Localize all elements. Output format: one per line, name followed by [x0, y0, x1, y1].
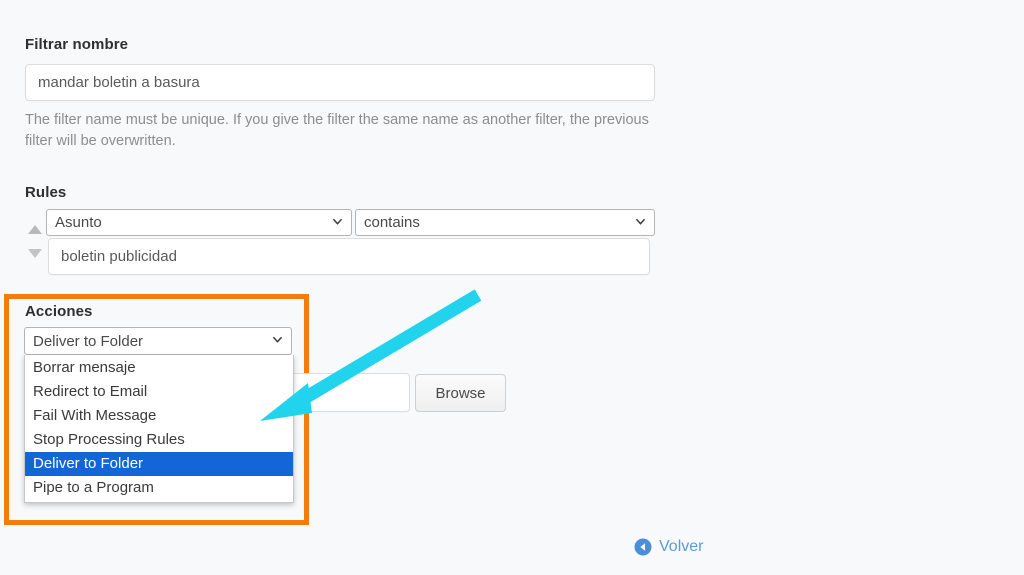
rule-field-select[interactable]: Asunto — [46, 209, 352, 236]
browse-button-label: Browse — [435, 384, 486, 402]
rule-value-input[interactable] — [48, 238, 650, 275]
chevron-down-icon — [272, 334, 283, 345]
filter-name-input[interactable] — [25, 64, 655, 101]
action-option-4[interactable]: Deliver to Folder — [25, 452, 293, 476]
rule-operator-select[interactable]: contains — [355, 209, 655, 236]
triangle-up-icon[interactable] — [26, 222, 44, 234]
rule-field-select-value: Asunto — [55, 214, 102, 231]
chevron-down-icon — [332, 216, 343, 227]
action-select[interactable]: Deliver to Folder — [24, 327, 292, 355]
action-option-2[interactable]: Fail With Message — [25, 404, 293, 428]
filter-name-help-text: The filter name must be unique. If you g… — [25, 112, 649, 149]
action-option-5[interactable]: Pipe to a Program — [25, 476, 293, 500]
action-option-1[interactable]: Redirect to Email — [25, 380, 293, 404]
rules-label: Rules — [25, 184, 67, 201]
triangle-down-icon[interactable] — [26, 246, 44, 258]
action-option-0[interactable]: Borrar mensaje — [25, 356, 293, 380]
back-link-label: Volver — [659, 538, 704, 555]
action-option-3[interactable]: Stop Processing Rules — [25, 428, 293, 452]
arrow-circle-left-icon — [634, 538, 652, 556]
filter-name-label: Filtrar nombre — [25, 36, 129, 53]
rule-operator-select-value: contains — [364, 214, 420, 231]
back-link[interactable]: Volver — [634, 538, 703, 556]
browse-button[interactable]: Browse — [415, 374, 506, 412]
actions-label: Acciones — [25, 303, 93, 320]
action-option-list[interactable]: Borrar mensaje Redirect to Email Fail With… — [24, 355, 294, 503]
action-select-value: Deliver to Folder — [33, 332, 144, 350]
chevron-down-icon — [635, 216, 646, 227]
filter-editor-page: Filtrar nombre The filter name must be u… — [0, 0, 1024, 575]
